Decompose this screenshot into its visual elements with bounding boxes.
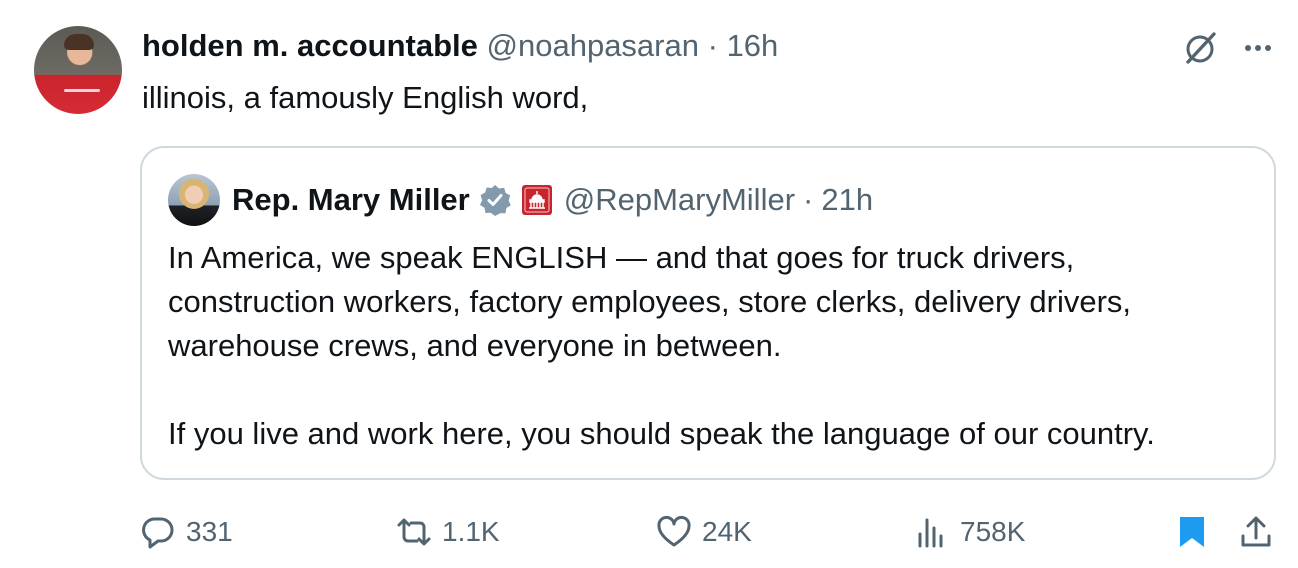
capitol-icon <box>521 185 552 215</box>
heart-icon <box>657 515 691 547</box>
author-name[interactable]: holden m. accountable <box>142 28 478 63</box>
views-button[interactable]: 758K <box>914 508 1025 556</box>
grok-icon[interactable] <box>1180 28 1220 68</box>
quoted-tweet-text: In America, we speak ENGLISH — and that … <box>168 236 1155 456</box>
author-avatar[interactable] <box>34 26 122 114</box>
quoted-text-line: If you live and work here, you should sp… <box>168 416 1155 451</box>
action-bar: 331 1.1K 24K 758K <box>0 508 1298 556</box>
separator-dot: · <box>803 182 814 217</box>
quoted-tweet-header: Rep. Mary Miller @RepMaryMiller · 21h <box>232 180 873 220</box>
verified-badge-icon <box>479 185 511 216</box>
tweet-timestamp[interactable]: 16h <box>727 28 779 63</box>
quoted-text-line: In America, we speak ENGLISH — and that … <box>168 240 1075 275</box>
separator-dot: · <box>707 28 718 63</box>
bookmark-icon <box>1180 517 1204 547</box>
author-handle[interactable]: @noahpasaran <box>487 28 699 63</box>
quoted-author-name[interactable]: Rep. Mary Miller <box>232 180 470 220</box>
like-count: 24K <box>702 516 752 547</box>
reply-button[interactable]: 331 <box>140 508 233 556</box>
quoted-author-handle[interactable]: @RepMaryMiller <box>564 180 795 220</box>
views-icon <box>918 518 943 548</box>
bookmark-button[interactable] <box>1174 508 1220 556</box>
quoted-tweet[interactable]: Rep. Mary Miller @RepMaryMiller · 21h In… <box>140 146 1276 480</box>
repost-icon <box>397 518 431 546</box>
share-button[interactable] <box>1238 508 1284 556</box>
quoted-tweet-timestamp[interactable]: 21h <box>821 180 873 220</box>
like-button[interactable]: 24K <box>656 508 752 556</box>
tweet-text: illinois, a famously English word, <box>142 80 589 115</box>
tweet-header: holden m. accountable @noahpasaran · 16h <box>142 26 778 66</box>
quoted-text-line: construction workers, factory employees,… <box>168 284 1132 319</box>
views-count: 758K <box>960 516 1026 547</box>
repost-button[interactable]: 1.1K <box>396 508 500 556</box>
quoted-text-line: warehouse crews, and everyone in between… <box>168 328 782 363</box>
reply-icon <box>142 517 174 549</box>
reply-count: 331 <box>186 516 233 547</box>
more-icon[interactable] <box>1240 30 1276 66</box>
repost-count: 1.1K <box>442 516 500 547</box>
share-icon <box>1241 516 1271 547</box>
quoted-author-avatar[interactable] <box>168 174 220 226</box>
